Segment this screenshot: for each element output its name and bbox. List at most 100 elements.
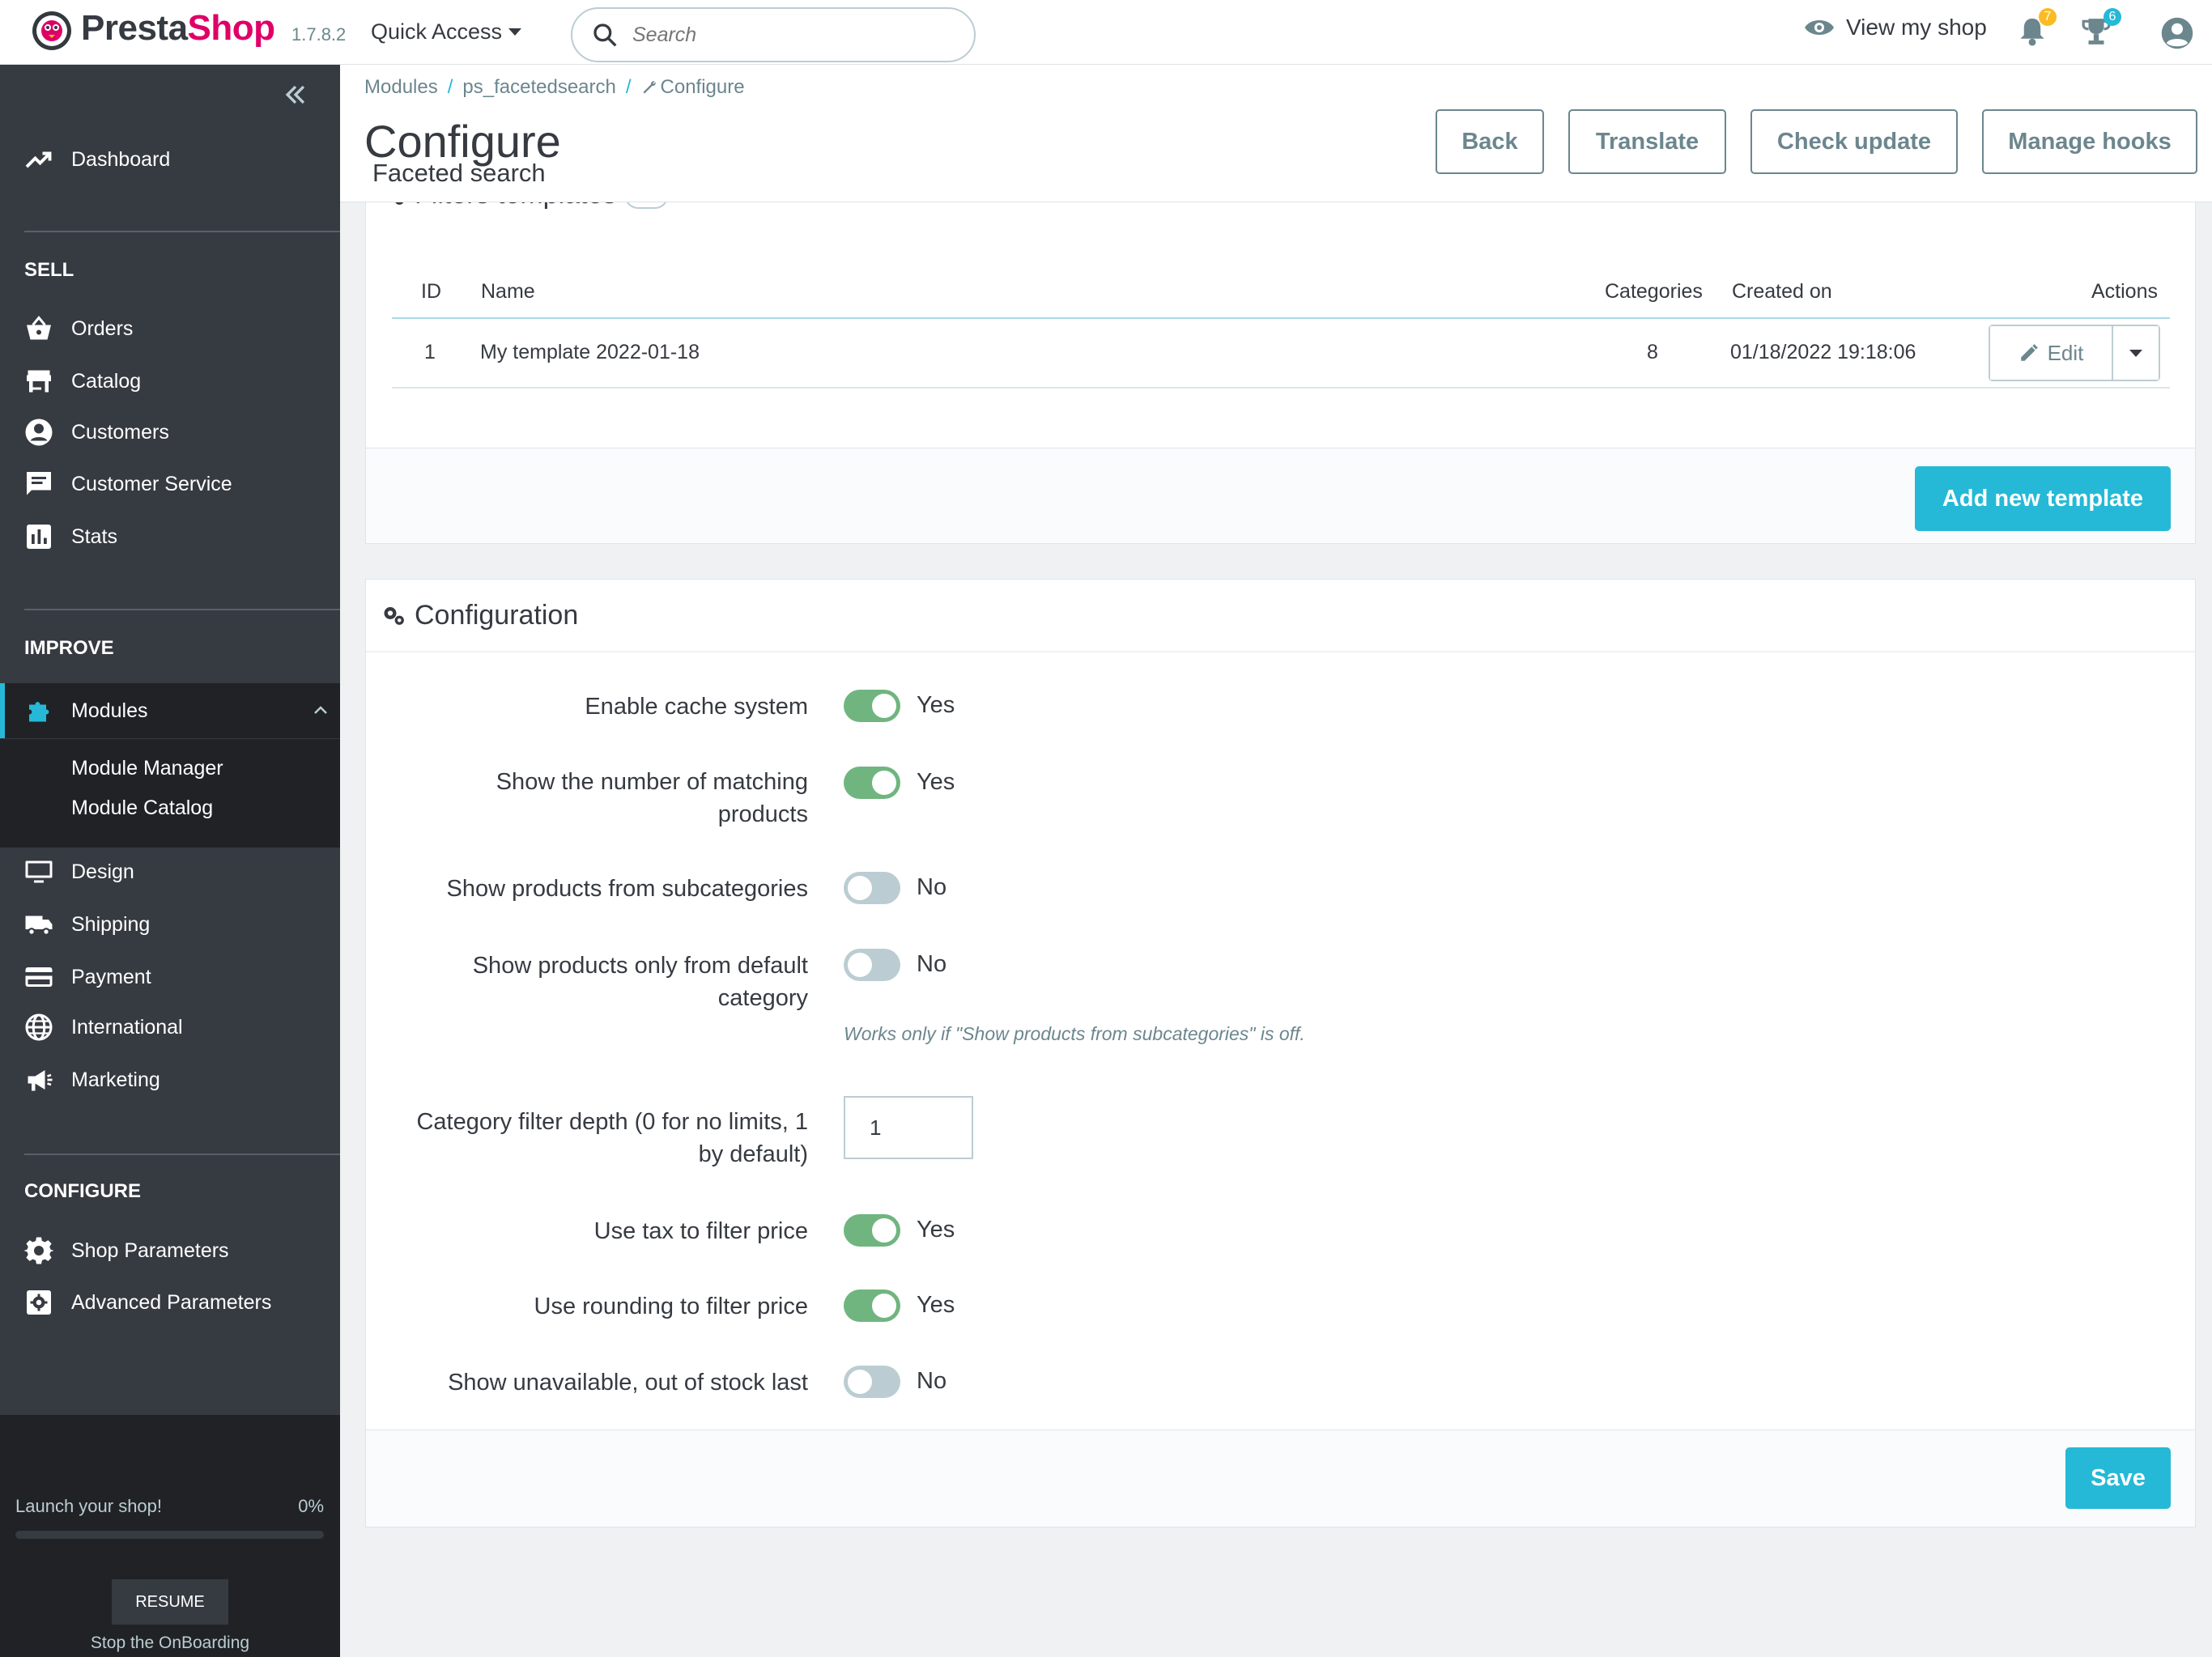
- gears-icon: [384, 607, 404, 625]
- sidebar-item-label: Customers: [71, 420, 169, 444]
- sidebar-item-payment[interactable]: Payment: [0, 954, 340, 1001]
- resume-button[interactable]: RESUME: [112, 1579, 228, 1625]
- breadcrumb-module[interactable]: ps_facetedsearch: [462, 76, 615, 99]
- settings-applications-icon: [27, 1290, 51, 1315]
- field-label-default-category: Show products only from default category: [472, 953, 808, 1011]
- check-update-button[interactable]: Check update: [1750, 109, 1958, 174]
- column-header-actions: Actions: [2091, 280, 2158, 303]
- sidebar-item-modules[interactable]: Modules: [0, 683, 340, 738]
- add-new-template-button[interactable]: Add new template: [1915, 466, 2171, 531]
- edit-label: Edit: [2047, 340, 2084, 365]
- view-shop-label: View my shop: [1846, 15, 1987, 40]
- sidebar-item-dashboard[interactable]: Dashboard: [0, 136, 340, 183]
- toggle-value: No: [917, 1368, 947, 1394]
- sidebar-item-advanced-parameters[interactable]: Advanced Parameters: [0, 1279, 340, 1326]
- category-depth-input[interactable]: [844, 1096, 973, 1159]
- user-account-icon: [2161, 17, 2193, 49]
- sidebar-item-label: Advanced Parameters: [71, 1290, 272, 1314]
- breadcrumb-separator: /: [625, 76, 632, 98]
- field-label-depth: Category filter depth (0 for no limits, …: [416, 1109, 808, 1167]
- collapse-sidebar-icon[interactable]: [282, 81, 309, 108]
- column-header-id[interactable]: ID: [421, 280, 441, 304]
- column-header-created[interactable]: Created on: [1732, 280, 1832, 304]
- prestashop-logo-icon[interactable]: [31, 10, 73, 52]
- sidebar-item-orders[interactable]: Orders: [0, 305, 340, 352]
- search-box[interactable]: [571, 7, 976, 62]
- toggle-rounding[interactable]: [844, 1289, 900, 1322]
- sidebar-divider: [24, 1154, 340, 1155]
- row-actions-dropdown[interactable]: [2113, 326, 2159, 380]
- sidebar-item-label: Stats: [71, 525, 117, 548]
- wrench-icon: [643, 81, 656, 94]
- sidebar-item-label: Design: [71, 860, 134, 883]
- onboarding-launch-text: Launch your shop!: [15, 1496, 163, 1516]
- toggle-value: No: [917, 951, 947, 977]
- sidebar-item-customer-service[interactable]: Customer Service: [0, 461, 340, 508]
- gear-icon: [24, 1237, 53, 1264]
- sidebar-item-catalog[interactable]: Catalog: [0, 358, 340, 405]
- field-label-subcategories: Show products from subcategories: [446, 876, 809, 902]
- panel-footer: Save: [366, 1430, 2195, 1527]
- account-button[interactable]: [2160, 16, 2194, 54]
- sidebar-item-customers[interactable]: Customers: [0, 409, 340, 456]
- sidebar-item-label: Catalog: [71, 369, 142, 393]
- sidebar-item-shipping[interactable]: Shipping: [0, 901, 340, 948]
- manage-hooks-button[interactable]: Manage hooks: [1982, 109, 2197, 174]
- field-hint: Works only if "Show products from subcat…: [844, 1023, 1305, 1044]
- sidebar-item-shop-parameters[interactable]: Shop Parameters: [0, 1227, 340, 1274]
- top-header: PrestaShop 1.7.8.2 Quick Access View my …: [0, 0, 2212, 65]
- sidebar-item-design[interactable]: Design: [0, 848, 340, 895]
- edit-button[interactable]: Edit: [1990, 326, 2113, 380]
- section-title-configure: CONFIGURE: [24, 1180, 141, 1202]
- back-button[interactable]: Back: [1436, 109, 1544, 174]
- toggle-value: Yes: [917, 1217, 955, 1243]
- sidebar-item-label: Dashboard: [71, 147, 171, 171]
- onboarding-progress-bar: [15, 1531, 324, 1539]
- breadcrumb-configure: Configure: [641, 76, 745, 99]
- view-shop-link[interactable]: View my shop: [1804, 15, 1987, 40]
- table-header-line: [392, 317, 2170, 319]
- toggle-default-category[interactable]: [844, 949, 900, 981]
- toggle-subcategories[interactable]: [844, 872, 900, 904]
- sidebar-item-marketing[interactable]: Marketing: [0, 1056, 340, 1103]
- credit-card-icon: [25, 967, 53, 987]
- panel-title: Configuration: [415, 599, 579, 631]
- breadcrumb-modules[interactable]: Modules: [364, 76, 438, 99]
- sidebar-divider: [24, 231, 340, 232]
- sidebar-item-label: Modules: [71, 699, 148, 722]
- sidebar-item-stats[interactable]: Stats: [0, 513, 340, 560]
- toggle-cache[interactable]: [844, 690, 900, 722]
- panel-heading: Configuration: [366, 580, 2195, 652]
- column-header-name[interactable]: Name: [481, 280, 535, 304]
- notifications-button[interactable]: 7: [2018, 8, 2057, 51]
- section-title-improve: IMPROVE: [24, 637, 114, 659]
- sidebar-item-label: Customer Service: [71, 472, 232, 495]
- pencil-icon: [2020, 344, 2038, 361]
- sidebar-item-international[interactable]: International: [0, 1004, 340, 1051]
- page-header: Modules / ps_facetedsearch / Configure C…: [340, 65, 2212, 202]
- chevron-up-icon: [314, 706, 327, 714]
- brand-name[interactable]: PrestaShop: [81, 8, 275, 49]
- toggle-tax[interactable]: [844, 1214, 900, 1247]
- translate-button[interactable]: Translate: [1568, 109, 1726, 174]
- toggle-value: Yes: [917, 1292, 955, 1318]
- sidebar-item-label: Payment: [71, 965, 151, 988]
- toggle-matching-products[interactable]: [844, 767, 900, 799]
- toggle-out-of-stock[interactable]: [844, 1366, 900, 1398]
- quick-access-dropdown[interactable]: Quick Access: [371, 19, 522, 45]
- save-button[interactable]: Save: [2065, 1447, 2171, 1509]
- submenu-module-catalog[interactable]: Module Catalog: [71, 797, 213, 820]
- stop-onboarding-link[interactable]: Stop the OnBoarding: [0, 1634, 340, 1653]
- filters-templates-panel: Filters templates 1 ID Name Categories C…: [365, 162, 2196, 544]
- globe-icon: [25, 1013, 53, 1041]
- column-header-categories[interactable]: Categories: [1605, 280, 1703, 304]
- trending-up-icon: [25, 151, 52, 168]
- sidebar-item-label: International: [71, 1015, 183, 1039]
- sidebar-item-label: Shipping: [71, 912, 151, 936]
- submenu-module-manager[interactable]: Module Manager: [71, 757, 223, 780]
- store-icon: [27, 370, 51, 393]
- search-input[interactable]: [632, 23, 940, 47]
- shopping-basket-icon: [27, 316, 51, 340]
- orders-button[interactable]: 6: [2081, 8, 2121, 51]
- eye-icon: [1805, 20, 1834, 35]
